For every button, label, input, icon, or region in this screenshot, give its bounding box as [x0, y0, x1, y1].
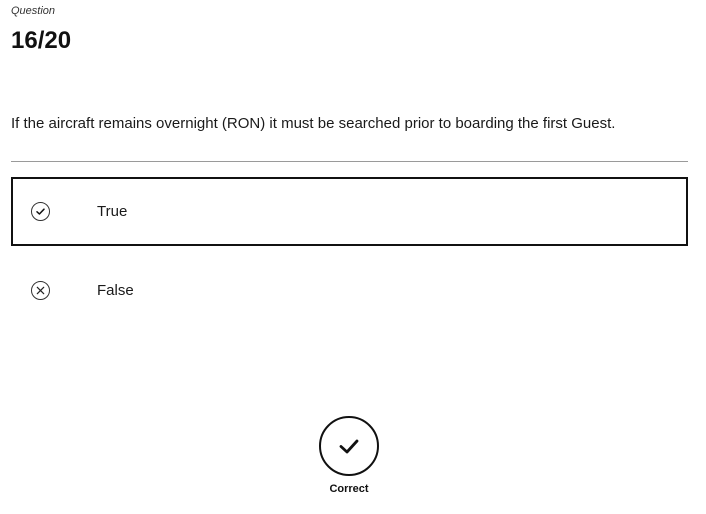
question-label: Question — [11, 5, 56, 17]
result-check-icon — [319, 416, 379, 476]
question-text: If the aircraft remains overnight (RON) … — [11, 115, 616, 132]
option-true-label: True — [97, 203, 128, 220]
divider — [11, 161, 688, 162]
option-false-label: False — [97, 282, 134, 299]
option-true[interactable]: True — [11, 177, 688, 246]
x-circle-icon — [31, 281, 50, 300]
result-label: Correct — [329, 483, 369, 495]
check-circle-icon — [31, 202, 50, 221]
option-false[interactable]: False — [11, 257, 688, 326]
question-progress: 16/20 — [11, 27, 72, 54]
